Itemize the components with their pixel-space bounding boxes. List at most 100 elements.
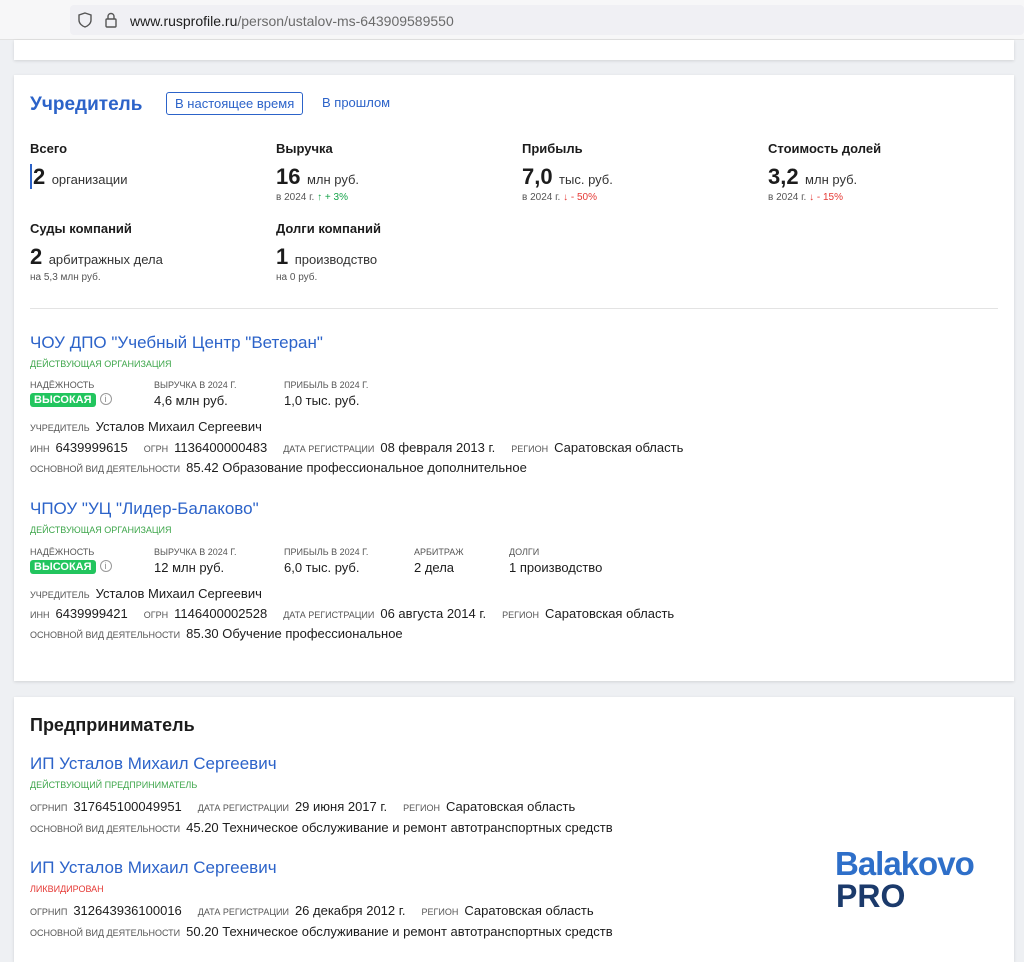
- org2-debts-label: Долги: [509, 547, 540, 557]
- logo-line-2: PRO: [836, 878, 905, 913]
- org2-inn-label: ИНН: [30, 610, 50, 620]
- org1-revenue: Выручка в 2024 г. 4,6 млн руб.: [154, 380, 237, 408]
- ip1-reg-label: Дата регистрации: [197, 803, 289, 813]
- ip-status-2: Ликвидирован: [30, 884, 104, 894]
- ip2-activity-label: Основной вид деятельности: [30, 928, 181, 938]
- info-icon[interactable]: i: [99, 559, 112, 572]
- stat-total-value: 2: [30, 164, 46, 189]
- info-icon[interactable]: i: [99, 392, 112, 405]
- stat-debts-sub: на 0 руб.: [276, 272, 318, 283]
- org1-ogrn-value: 1136400000483: [174, 440, 268, 455]
- balakovo-pro-logo: Balakovo PRO: [835, 845, 975, 913]
- ip2-region-value: Саратовская область: [464, 903, 594, 918]
- ip-name-1[interactable]: ИП Усталов Михаил Сергеевич: [30, 754, 277, 774]
- ip1-ogrnip-value: 317645100049951: [73, 799, 182, 814]
- org1-inn-value: 6439999615: [55, 440, 128, 455]
- lock-icon[interactable]: [104, 12, 118, 28]
- org2-reliability-label: Надёжность: [30, 547, 95, 557]
- org1-region-label: Регион: [511, 444, 549, 454]
- ip2-ogrnip-label: ОГРНИП: [30, 907, 68, 917]
- logo-line-1: Balakovo: [835, 845, 974, 882]
- stat-shares-value: 3,2: [768, 164, 799, 189]
- stat-courts-label: Суды компаний: [30, 221, 132, 236]
- stat-debts[interactable]: Долги компаний 1 производство на 0 руб.: [276, 221, 381, 283]
- org1-ogrn-label: ОГРН: [143, 444, 169, 454]
- stat-shares-label: Стоимость долей: [768, 141, 882, 156]
- stat-courts-unit: арбитражных дела: [48, 252, 163, 267]
- stat-courts[interactable]: Суды компаний 2 арбитражных дела на 5,3 …: [30, 221, 163, 283]
- org1-activity-label: Основной вид деятельности: [30, 464, 181, 474]
- stat-profit-value: 7,0: [522, 164, 553, 189]
- org2-arbitrage-label: Арбитраж: [414, 547, 464, 557]
- stat-shares-unit: млн руб.: [805, 172, 858, 187]
- url-text[interactable]: www.rusprofile.ru/person/ustalov-ms-6439…: [130, 13, 454, 29]
- org2-activity-label: Основной вид деятельности: [30, 630, 181, 640]
- org-status-1: Действующая организация: [30, 359, 172, 369]
- divider: [30, 308, 998, 309]
- org2-reg-label: Дата регистрации: [283, 610, 375, 620]
- org1-reliability: Надёжность ВЫСОКАЯ i: [30, 380, 112, 408]
- entrepreneur-title: Предприниматель: [30, 715, 195, 735]
- org1-founder-row: Учредитель Усталов Михаил Сергеевич: [30, 419, 262, 434]
- stat-profit-period: в 2024 г.: [522, 192, 561, 203]
- previous-card: [14, 40, 1014, 60]
- stat-shares-period: в 2024 г.: [768, 192, 807, 203]
- org2-ogrn-label: ОГРН: [143, 610, 169, 620]
- stat-revenue-value: 16: [276, 164, 301, 189]
- org2-founder-label: Учредитель: [30, 590, 90, 600]
- org2-debts[interactable]: Долги 1 производство: [509, 547, 602, 575]
- ip1-region-value: Саратовская область: [446, 799, 576, 814]
- reliability-badge: ВЫСОКАЯ: [30, 560, 96, 574]
- stat-profit-change: ↓ - 50%: [563, 192, 598, 203]
- org-status-2: Действующая организация: [30, 525, 172, 535]
- org1-profit: Прибыль в 2024 г. 1,0 тыс. руб.: [284, 380, 368, 408]
- ip2-region-label: Регион: [421, 907, 459, 917]
- org2-arbitrage-value: 2 дела: [414, 560, 455, 575]
- org2-arbitrage[interactable]: Арбитраж 2 дела: [414, 547, 464, 575]
- ip2-reg-label: Дата регистрации: [197, 907, 289, 917]
- stat-total-unit: организации: [51, 172, 128, 187]
- org1-activity-row: Основной вид деятельности 85.42 Образован…: [30, 460, 527, 475]
- stat-profit-label: Прибыль: [522, 141, 583, 156]
- org2-ogrn-value: 1146400002528: [174, 606, 268, 621]
- org-name-1[interactable]: ЧОУ ДПО "Учебный Центр "Ветеран": [30, 333, 323, 353]
- url-path: /person/ustalov-ms-643909589550: [237, 13, 454, 29]
- org2-profit: Прибыль в 2024 г. 6,0 тыс. руб.: [284, 547, 368, 575]
- org2-region-value: Саратовская область: [544, 606, 675, 621]
- org2-activity-row: Основной вид деятельности 85.30 Обучение …: [30, 626, 403, 641]
- org1-reg-label: Дата регистрации: [283, 444, 375, 454]
- ip1-activity-label: Основной вид деятельности: [30, 824, 181, 834]
- org2-founder-value[interactable]: Усталов Михаил Сергеевич: [96, 586, 262, 601]
- stat-shares: Стоимость долей 3,2 млн руб. в 2024 г. ↓…: [768, 141, 881, 203]
- reliability-badge: ВЫСОКАЯ: [30, 393, 96, 407]
- ip2-reg-value: 26 декабря 2012 г.: [294, 903, 406, 918]
- org2-revenue-label: Выручка в 2024 г.: [154, 547, 237, 557]
- founder-card: Учредитель В настоящее время В прошлом В…: [14, 75, 1014, 681]
- ip-name-2[interactable]: ИП Усталов Михаил Сергеевич: [30, 858, 277, 878]
- org2-reg-value: 06 августа 2014 г.: [380, 606, 487, 621]
- entrepreneur-card: Предприниматель ИП Усталов Михаил Сергее…: [14, 697, 1014, 962]
- tab-past[interactable]: В прошлом: [314, 92, 398, 113]
- ip2-ids-row: ОГРНИП 312643936100016 Дата регистрации 26 …: [30, 903, 594, 918]
- org1-region-value: Саратовская область: [554, 440, 684, 455]
- org1-reg-value: 08 февраля 2013 г.: [380, 440, 496, 455]
- org-name-2[interactable]: ЧПОУ "УЦ "Лидер-Балаково": [30, 499, 259, 519]
- org2-profit-value: 6,0 тыс. руб.: [284, 560, 360, 575]
- org2-reliability: Надёжность ВЫСОКАЯ i: [30, 547, 112, 575]
- stat-profit-unit: тыс. руб.: [559, 172, 613, 187]
- org2-activity-value: 85.30 Обучение профессиональное: [186, 626, 403, 641]
- shield-icon[interactable]: [78, 12, 92, 28]
- org1-profit-label: Прибыль в 2024 г.: [284, 380, 369, 390]
- stat-revenue: Выручка 16 млн руб. в 2024 г. ↑ + 3%: [276, 141, 359, 203]
- org1-founder-value[interactable]: Усталов Михаил Сергеевич: [96, 419, 262, 434]
- org1-ids-row: ИНН 6439999615 ОГРН 1136400000483 Дата регис…: [30, 440, 683, 455]
- stat-revenue-unit: млн руб.: [306, 172, 360, 187]
- ip2-ogrnip-value: 312643936100016: [73, 903, 182, 918]
- stat-shares-change: ↓ - 15%: [809, 192, 844, 203]
- ip1-activity-row: Основной вид деятельности 45.20 Техническ…: [30, 820, 613, 835]
- org1-founder-label: Учредитель: [30, 423, 90, 433]
- tab-current[interactable]: В настоящее время: [166, 92, 304, 115]
- org1-inn-label: ИНН: [30, 444, 50, 454]
- ip2-activity-value: 50.20 Техническое обслуживание и ремонт …: [186, 924, 613, 939]
- org2-founder-row: Учредитель Усталов Михаил Сергеевич: [30, 586, 262, 601]
